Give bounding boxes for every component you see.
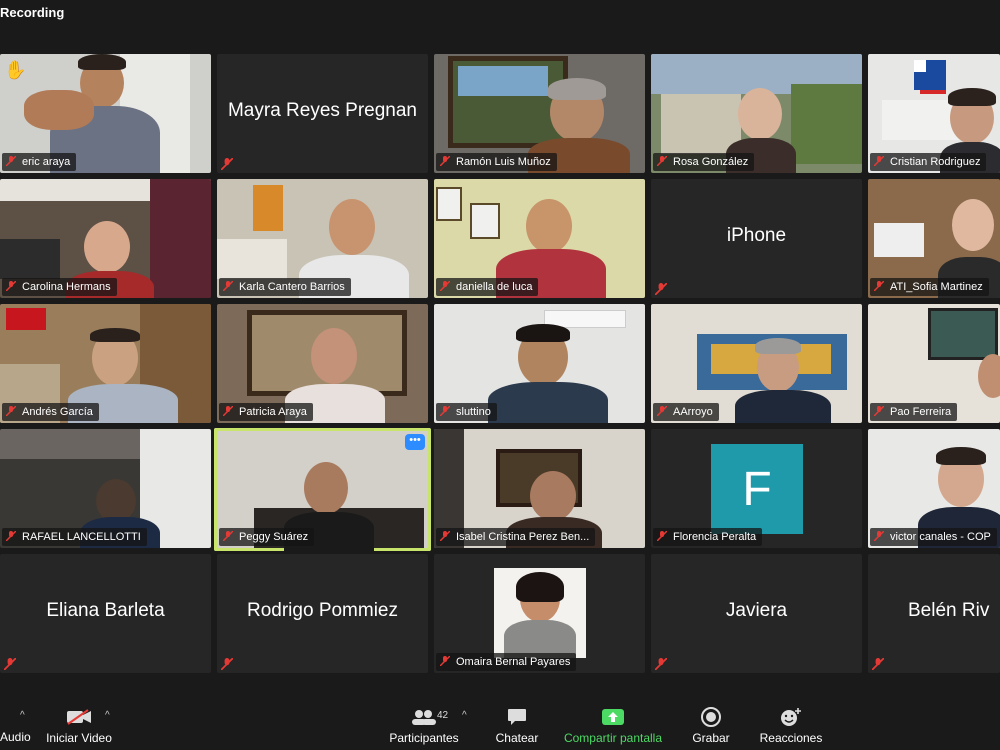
- participant-name-label: eric araya: [2, 153, 77, 171]
- video-tile[interactable]: RAFAEL LANCELLOTTI: [0, 429, 211, 548]
- participant-tile[interactable]: Rodrigo Pommiez: [217, 554, 428, 673]
- participant-display-name: Javiera: [725, 600, 788, 621]
- mic-muted-icon: [654, 282, 668, 296]
- participant-name-label: ATI_Sofia Martinez: [870, 278, 989, 296]
- video-tile[interactable]: victor canales - COP: [868, 429, 1000, 548]
- video-tile[interactable]: Andrés García: [0, 304, 211, 423]
- participant-name-label: daniella de luca: [436, 278, 539, 296]
- participant-count: 42: [437, 710, 449, 721]
- participants-button[interactable]: Participantes: [384, 706, 464, 745]
- mic-muted-icon: [656, 154, 668, 167]
- audio-button[interactable]: Audio: [0, 730, 31, 744]
- participant-name-label: Karla Cantero Barrios: [219, 278, 351, 296]
- participant-name-label: Rosa González: [653, 153, 755, 171]
- mic-muted-icon: [220, 657, 234, 671]
- mic-muted-icon: [656, 529, 668, 542]
- participant-name-label: victor canales - COP: [870, 528, 997, 546]
- participant-name-label: Ramón Luis Muñoz: [436, 153, 557, 171]
- mic-muted-icon: [439, 654, 451, 667]
- mic-muted-icon: [439, 404, 451, 417]
- video-tile[interactable]: Ramón Luis Muñoz: [434, 54, 645, 173]
- share-screen-icon: [560, 706, 666, 728]
- mic-muted-icon: [222, 404, 234, 417]
- mic-muted-icon: [222, 529, 234, 542]
- active-speaker-tile[interactable]: ••• Peggy Suárez: [214, 428, 431, 551]
- participant-name-label: Andrés García: [2, 403, 99, 421]
- participant-tile[interactable]: F Florencia Peralta: [651, 429, 862, 548]
- video-tile[interactable]: Rosa González: [651, 54, 862, 173]
- video-tile[interactable]: AArroyo: [651, 304, 862, 423]
- record-icon: [688, 706, 734, 728]
- mic-muted-icon: [5, 154, 17, 167]
- mic-muted-icon: [439, 279, 451, 292]
- mic-muted-icon: [656, 404, 668, 417]
- mic-muted-icon: [873, 154, 885, 167]
- video-options-caret[interactable]: ^: [105, 710, 110, 721]
- video-tile[interactable]: Patricia Araya: [217, 304, 428, 423]
- participant-tile[interactable]: iPhone: [651, 179, 862, 298]
- top-bar: Recording: [0, 0, 1000, 40]
- participant-name-label: Cristian Rodriguez: [870, 153, 987, 171]
- mic-muted-icon: [654, 657, 668, 671]
- participants-options-caret[interactable]: ^: [462, 710, 467, 721]
- audio-options-caret[interactable]: ^: [20, 710, 25, 721]
- meeting-toolbar: ^ Audio Iniciar Video ^ Participantes 42…: [0, 700, 1000, 750]
- participant-tile[interactable]: Belén Riv: [868, 554, 1000, 673]
- raised-hand-icon: ✋: [4, 60, 27, 80]
- participant-name-label: Florencia Peralta: [653, 528, 763, 546]
- mic-muted-icon: [3, 657, 17, 671]
- avatar: F: [711, 444, 803, 534]
- chat-button[interactable]: Chatear: [492, 706, 542, 745]
- participant-display-name: Eliana Barleta: [46, 600, 165, 621]
- video-tile[interactable]: Carolina Hermans: [0, 179, 211, 298]
- participant-tile[interactable]: Javiera: [651, 554, 862, 673]
- participant-tile[interactable]: Mayra Reyes Pregnan: [217, 54, 428, 173]
- participant-display-name: Rodrigo Pommiez: [247, 600, 398, 621]
- participant-name-label: Pao Ferreira: [870, 403, 958, 421]
- mic-muted-icon: [873, 279, 885, 292]
- video-tile[interactable]: Cristian Rodriguez: [868, 54, 1000, 173]
- participants-icon: [384, 706, 464, 728]
- reaction-smiley-icon: [756, 706, 826, 728]
- mic-muted-icon: [5, 279, 17, 292]
- mic-muted-icon: [871, 657, 885, 671]
- more-options-button[interactable]: •••: [405, 434, 425, 450]
- participant-display-name: Mayra Reyes Pregnan: [227, 100, 418, 121]
- participant-name-label: Patricia Araya: [219, 403, 313, 421]
- participant-name-label: sluttino: [436, 403, 497, 421]
- mic-muted-icon: [222, 279, 234, 292]
- participant-name-label: Peggy Suárez: [219, 528, 315, 546]
- participant-name-label: Isabel Cristina Perez Ben...: [436, 528, 596, 546]
- chat-icon: [492, 706, 542, 728]
- mic-muted-icon: [5, 404, 17, 417]
- profile-photo: [494, 568, 586, 658]
- participant-name-label: AArroyo: [653, 403, 719, 421]
- participant-tile[interactable]: Eliana Barleta: [0, 554, 211, 673]
- participant-display-name: iPhone: [726, 225, 787, 246]
- participant-name-label: RAFAEL LANCELLOTTI: [2, 528, 147, 546]
- recording-label: Recording: [0, 5, 65, 20]
- start-video-button[interactable]: Iniciar Video: [44, 706, 114, 745]
- video-off-icon: [44, 706, 114, 728]
- video-tile[interactable]: sluttino: [434, 304, 645, 423]
- mic-muted-icon: [220, 157, 234, 171]
- mic-muted-icon: [873, 404, 885, 417]
- mic-muted-icon: [873, 529, 885, 542]
- reactions-button[interactable]: Reacciones: [756, 706, 826, 745]
- participant-name-label: Carolina Hermans: [2, 278, 117, 296]
- mic-muted-icon: [439, 529, 451, 542]
- video-tile[interactable]: Isabel Cristina Perez Ben...: [434, 429, 645, 548]
- participant-display-name: Belén Riv: [908, 600, 990, 621]
- participant-tile[interactable]: Omaira Bernal Payares: [434, 554, 645, 673]
- video-tile[interactable]: daniella de luca: [434, 179, 645, 298]
- share-screen-button[interactable]: Compartir pantalla: [560, 706, 666, 745]
- video-tile[interactable]: Karla Cantero Barrios: [217, 179, 428, 298]
- mic-muted-icon: [439, 154, 451, 167]
- video-tile[interactable]: Pao Ferreira: [868, 304, 1000, 423]
- record-button[interactable]: Grabar: [688, 706, 734, 745]
- video-tile[interactable]: ATI_Sofia Martinez: [868, 179, 1000, 298]
- video-tile[interactable]: ✋ eric araya: [0, 54, 211, 173]
- mic-muted-icon: [5, 529, 17, 542]
- participant-name-label: Omaira Bernal Payares: [436, 653, 577, 671]
